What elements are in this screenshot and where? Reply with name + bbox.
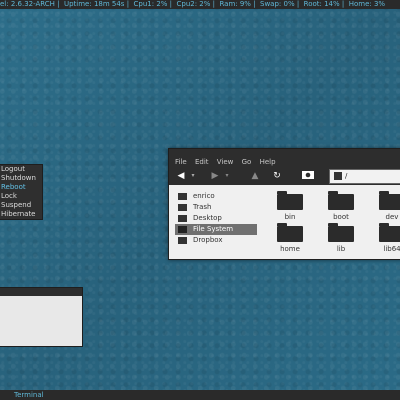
sidebar-item-file-system[interactable]: File System [175,224,257,235]
folder-icon [328,223,354,242]
taskbar-item-terminal[interactable]: Terminal [14,391,44,399]
menu-item-lock[interactable]: Lock [0,192,42,201]
camera-icon [302,171,314,179]
folder-item-lib[interactable]: lib [326,223,356,253]
forward-dropdown-icon[interactable]: ▾ [221,170,233,182]
status-kernel: el: 2.6.32-ARCH [0,0,55,8]
menu-item-suspend[interactable]: Suspend [0,201,42,210]
reload-icon[interactable]: ↻ [271,170,283,182]
folder-item-lib64[interactable]: lib64 [377,223,400,253]
folder-item-boot[interactable]: boot [326,191,356,221]
menu-edit[interactable]: Edit [195,158,209,166]
status-uptime: Uptime: 18m 54s [63,0,125,8]
sidebar-item-trash[interactable]: Trash [175,202,257,213]
home-icon [178,193,187,200]
up-icon[interactable]: ▲ [249,170,261,182]
folder-icon [379,223,400,242]
forward-icon[interactable]: ▶ [209,170,221,182]
taskbar: Terminal [0,390,400,400]
desktop-icon [178,215,187,222]
folder-icon [277,223,303,242]
sidebar-item-label: Dropbox [193,236,223,244]
back-icon[interactable]: ◀ [175,170,187,182]
status-cpu1: Cpu1: 2% [133,0,168,8]
folder-label: home [280,245,300,253]
sidebar-item-label: File System [193,225,234,233]
status-ram: Ram: 9% [219,0,251,8]
location-toggle-icon[interactable] [301,170,315,182]
status-bar: el: 2.6.32-ARCH | Uptime: 18m 54s | Cpu1… [0,0,400,9]
folder-item-home[interactable]: home [275,223,305,253]
menu-view[interactable]: View [217,158,234,166]
status-swap: Swap: 0% [260,0,295,8]
menu-item-shutdown[interactable]: Shutdown [0,174,42,183]
folder-icon [277,191,303,210]
places-sidebar: enrico Trash Desktop File System Dropbox [175,191,257,246]
drive-icon [178,226,187,233]
status-cpu2: Cpu2: 2% [176,0,211,8]
menu-item-logout[interactable]: Logout [0,165,42,174]
window-titlebar[interactable] [169,149,400,157]
folder-label: lib [336,245,346,253]
folder-label: bin [284,213,296,221]
empty-window[interactable] [0,287,83,347]
sidebar-item-label: Trash [193,203,212,211]
menu-item-hibernate[interactable]: Hibernate [0,210,42,219]
file-manager-window: File Edit View Go Help ◀ ▾ ▶ ▾ ▲ ↻ / enr… [168,148,400,260]
folder-label: lib64 [383,245,400,253]
sidebar-item-label: Desktop [193,214,222,222]
toolbar: ◀ ▾ ▶ ▾ ▲ ↻ / [169,167,400,185]
menu-help[interactable]: Help [260,158,276,166]
folder-item-bin[interactable]: bin [275,191,305,221]
trash-icon [178,204,187,211]
back-dropdown-icon[interactable]: ▾ [187,170,199,182]
folder-item-dev[interactable]: dev [377,191,400,221]
sidebar-item-dropbox[interactable]: Dropbox [175,235,257,246]
menu-bar: File Edit View Go Help [169,157,400,167]
menu-file[interactable]: File [175,158,187,166]
folder-icon [379,191,400,210]
folder-label: boot [333,213,349,221]
window-titlebar[interactable] [0,288,82,296]
menu-go[interactable]: Go [242,158,252,166]
folder-label: dev [385,213,399,221]
sidebar-item-desktop[interactable]: Desktop [175,213,257,224]
menu-item-reboot[interactable]: Reboot [0,183,42,192]
sidebar-item-enrico[interactable]: enrico [175,191,257,202]
folder-icon [178,237,187,244]
folder-icon [328,191,354,210]
logout-menu: Logout Shutdown Reboot Lock Suspend Hibe… [0,164,43,220]
location-bar[interactable]: / [329,169,400,184]
location-path: / [345,172,348,180]
status-root: Root: 14% [303,0,340,8]
status-home: Home: 3% [348,0,386,8]
drive-icon [334,172,342,180]
sidebar-item-label: enrico [193,192,215,200]
